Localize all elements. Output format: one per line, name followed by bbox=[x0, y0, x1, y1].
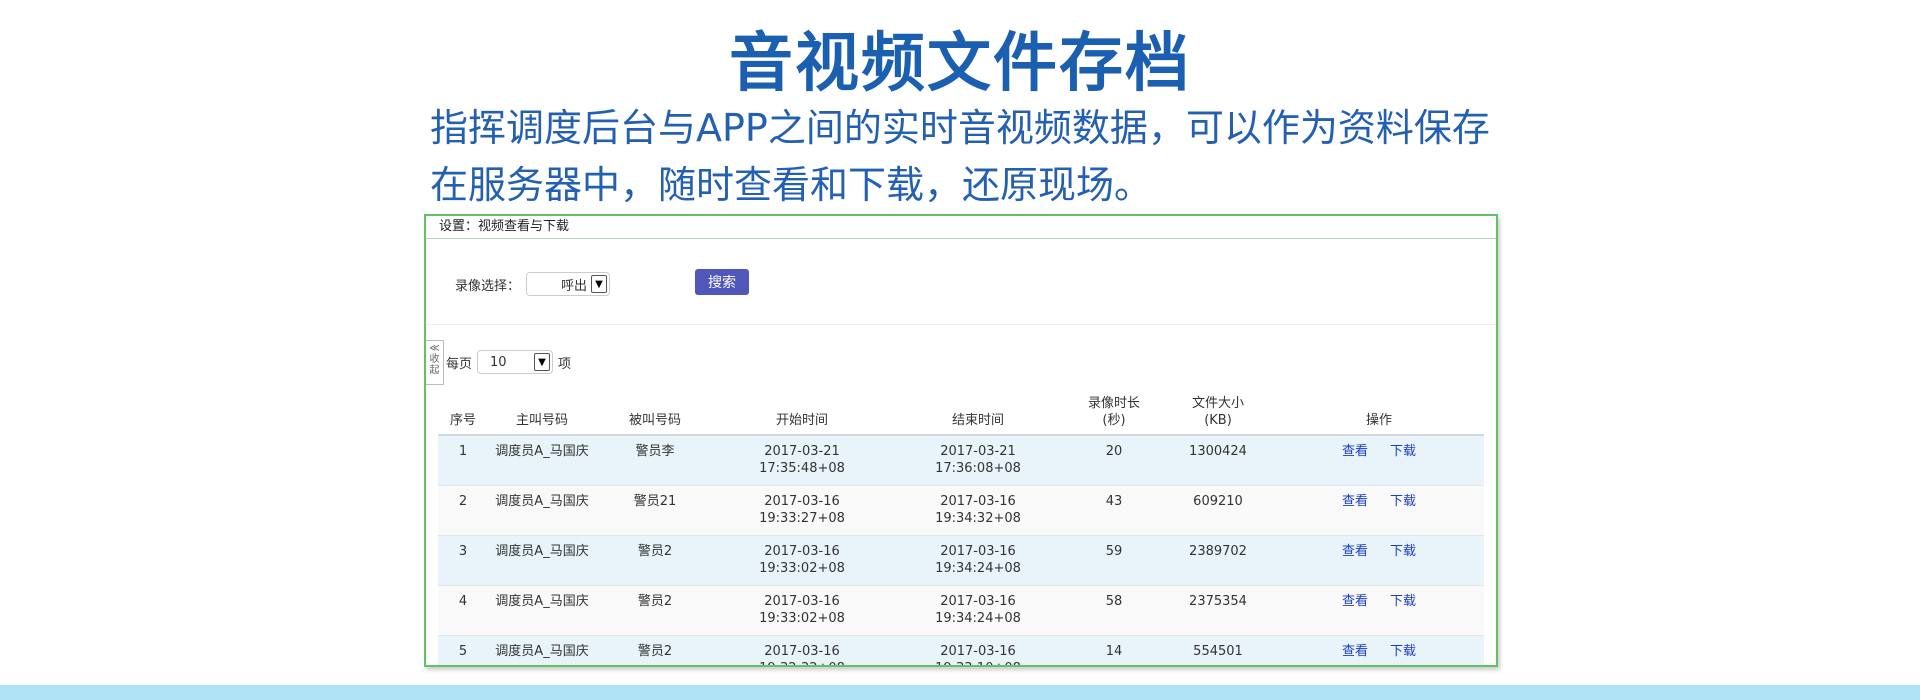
cell-duration: 58 bbox=[1066, 585, 1162, 636]
cell-actions: 查看 下载 bbox=[1274, 435, 1484, 486]
slide-description: 指挥调度后台与APP之间的实时音视频数据，可以作为资料保存在服务器中，随时查看和… bbox=[430, 106, 1490, 207]
divider bbox=[426, 324, 1496, 325]
cell-caller: 调度员A_马国庆 bbox=[488, 635, 596, 665]
cell-duration: 43 bbox=[1066, 485, 1162, 536]
cell-size: 1300424 bbox=[1162, 435, 1274, 486]
panel-header: 设置：视频查看与下载 bbox=[426, 216, 1496, 239]
cell-no: 5 bbox=[438, 635, 488, 665]
cell-callee: 警员2 bbox=[596, 585, 714, 636]
cell-start: 2017-03-16 19:32:32+08 bbox=[714, 635, 890, 665]
table-header-row: 序号 主叫号码 被叫号码 开始时间 结束时间 录像时长 (秒) 文件大小 (KB… bbox=[438, 386, 1484, 436]
download-link[interactable]: 下载 bbox=[1390, 494, 1416, 509]
cell-size: 554501 bbox=[1162, 635, 1274, 665]
cell-actions: 查看 下载 bbox=[1274, 485, 1484, 536]
cell-start: 2017-03-16 19:33:02+08 bbox=[714, 535, 890, 586]
collapse-label: ≪ 收 起 bbox=[429, 343, 440, 376]
recording-panel: 设置：视频查看与下载 录像选择： 呼出 ▼ 搜索 ≪ 收 起 每页 10 ▼ 项… bbox=[424, 214, 1498, 667]
chevron-down-icon: ▼ bbox=[534, 353, 551, 371]
download-link[interactable]: 下载 bbox=[1390, 544, 1416, 559]
recording-type-value: 呼出 bbox=[561, 278, 588, 294]
table-row: 1 调度员A_马国庆 警员李 2017-03-21 17:35:48+08 2017-0… bbox=[438, 435, 1484, 486]
column-header[interactable]: 开始时间 bbox=[714, 386, 890, 436]
cell-no: 1 bbox=[438, 435, 488, 486]
cell-duration: 59 bbox=[1066, 535, 1162, 586]
search-button[interactable]: 搜索 bbox=[695, 269, 749, 295]
cell-end: 2017-03-16 19:34:32+08 bbox=[890, 485, 1066, 536]
view-link[interactable]: 查看 bbox=[1342, 494, 1368, 509]
cell-no: 4 bbox=[438, 585, 488, 636]
page-size-value: 10 bbox=[490, 354, 507, 370]
column-header[interactable]: 文件大小 (KB) bbox=[1162, 386, 1274, 436]
column-header[interactable]: 序号 bbox=[438, 386, 488, 436]
filter-row: 录像选择： 呼出 ▼ bbox=[455, 271, 611, 297]
column-header[interactable]: 主叫号码 bbox=[488, 386, 596, 436]
page-size-prefix: 每页 bbox=[446, 356, 473, 372]
cell-callee: 警员李 bbox=[596, 435, 714, 486]
table-row: 2 调度员A_马国庆 警员21 2017-03-16 19:33:27+08 2017-… bbox=[438, 485, 1484, 536]
cell-start: 2017-03-16 19:33:02+08 bbox=[714, 585, 890, 636]
cell-actions: 查看 下载 bbox=[1274, 535, 1484, 586]
download-link[interactable]: 下载 bbox=[1390, 444, 1416, 459]
recording-select-label: 录像选择： bbox=[455, 278, 521, 294]
cell-duration: 20 bbox=[1066, 435, 1162, 486]
table-row: 4 调度员A_马国庆 警员2 2017-03-16 19:33:02+08 2017-0… bbox=[438, 585, 1484, 636]
column-header[interactable]: 录像时长 (秒) bbox=[1066, 386, 1162, 436]
cell-callee: 警员2 bbox=[596, 535, 714, 586]
cell-start: 2017-03-16 19:33:27+08 bbox=[714, 485, 890, 536]
cell-callee: 警员21 bbox=[596, 485, 714, 536]
cell-end: 2017-03-16 19:34:24+08 bbox=[890, 535, 1066, 586]
page-size-row: 每页 10 ▼ 项 bbox=[446, 350, 571, 374]
cell-end: 2017-03-16 19:33:10+08 bbox=[890, 635, 1066, 665]
view-link[interactable]: 查看 bbox=[1342, 594, 1368, 609]
column-header[interactable]: 结束时间 bbox=[890, 386, 1066, 436]
download-link[interactable]: 下载 bbox=[1390, 594, 1416, 609]
bottom-band bbox=[0, 685, 1920, 700]
collapse-sidebar-tab[interactable]: ≪ 收 起 bbox=[426, 340, 444, 385]
page-size-suffix: 项 bbox=[558, 356, 572, 372]
column-header: 操作 bbox=[1274, 386, 1484, 436]
view-link[interactable]: 查看 bbox=[1342, 544, 1368, 559]
table-row: 5调度员A_马国庆警员22017-03-16 19:32:32+082017-0… bbox=[438, 635, 1484, 665]
cell-caller: 调度员A_马国庆 bbox=[488, 435, 596, 486]
cell-no: 3 bbox=[438, 535, 488, 586]
cell-caller: 调度员A_马国庆 bbox=[488, 585, 596, 636]
recordings-table: 序号 主叫号码 被叫号码 开始时间 结束时间 录像时长 (秒) 文件大小 (KB… bbox=[438, 386, 1484, 665]
view-link[interactable]: 查看 bbox=[1342, 444, 1368, 459]
download-link[interactable]: 下载 bbox=[1390, 644, 1416, 659]
cell-size: 2375354 bbox=[1162, 585, 1274, 636]
chevron-down-icon: ▼ bbox=[591, 275, 608, 293]
recording-type-select[interactable]: 呼出 ▼ bbox=[526, 272, 611, 296]
cell-start: 2017-03-21 17:35:48+08 bbox=[714, 435, 890, 486]
slide-title: 音视频文件存档 bbox=[729, 27, 1191, 101]
cell-size: 609210 bbox=[1162, 485, 1274, 536]
table-row: 3 调度员A_马国庆 警员2 2017-03-16 19:33:02+08 2017-0… bbox=[438, 535, 1484, 586]
cell-actions: 查看 下载 bbox=[1274, 585, 1484, 636]
column-header[interactable]: 被叫号码 bbox=[596, 386, 714, 436]
view-link[interactable]: 查看 bbox=[1342, 644, 1368, 659]
cell-caller: 调度员A_马国庆 bbox=[488, 535, 596, 586]
cell-end: 2017-03-21 17:36:08+08 bbox=[890, 435, 1066, 486]
cell-callee: 警员2 bbox=[596, 635, 714, 665]
cell-no: 2 bbox=[438, 485, 488, 536]
cell-actions: 查看 下载 bbox=[1274, 635, 1484, 665]
cell-caller: 调度员A_马国庆 bbox=[488, 485, 596, 536]
cell-end: 2017-03-16 19:34:24+08 bbox=[890, 585, 1066, 636]
cell-duration: 14 bbox=[1066, 635, 1162, 665]
cell-size: 2389702 bbox=[1162, 535, 1274, 586]
page-size-select[interactable]: 10 ▼ bbox=[477, 350, 554, 374]
